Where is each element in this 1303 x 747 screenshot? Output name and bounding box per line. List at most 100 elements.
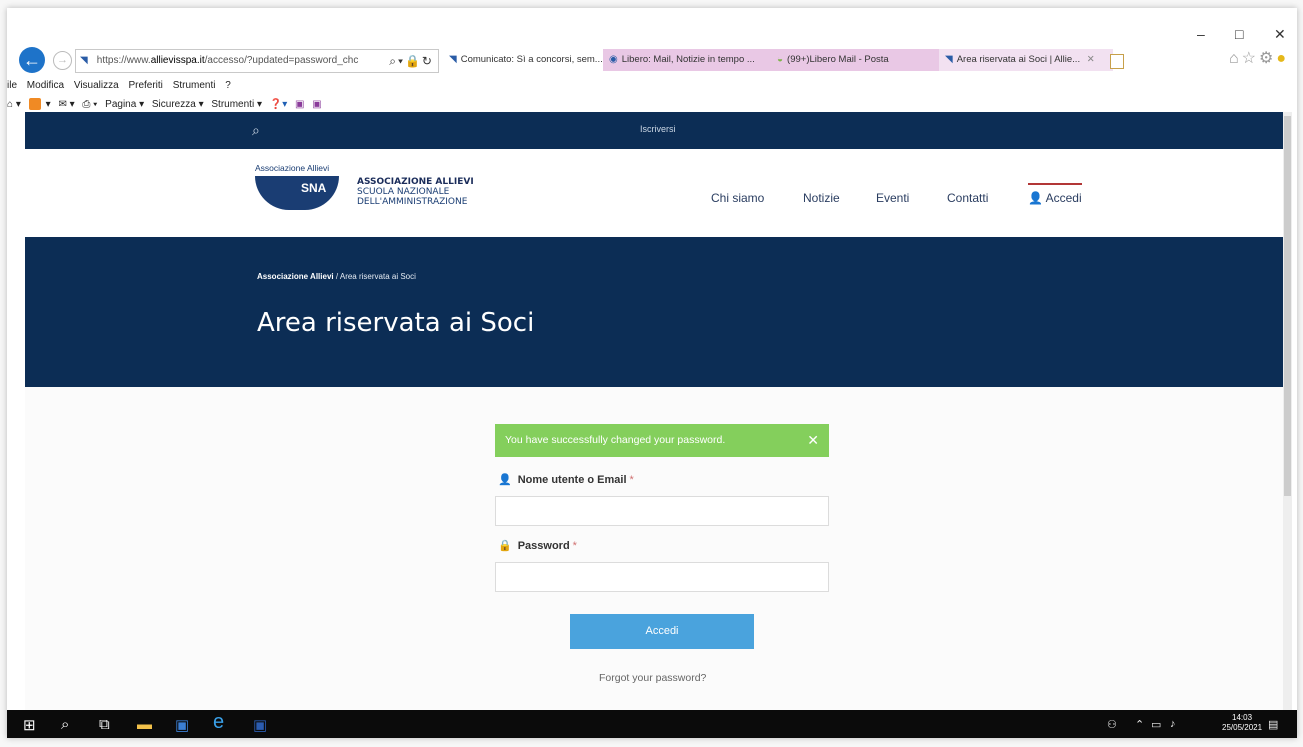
menu-modifica[interactable]: Modifica <box>27 80 64 91</box>
close-tab-icon[interactable]: ✕ <box>1087 54 1095 65</box>
menu-strumenti[interactable]: Strumenti <box>173 80 216 91</box>
username-label: 👤 Nome utente o Email * <box>498 473 634 486</box>
menu-file[interactable]: ile <box>7 80 17 91</box>
url-host: allievisspa.it <box>150 55 205 66</box>
page-banner: Associazione Allievi / Area riservata ai… <box>25 237 1292 387</box>
tab-favicon-icon: ◥ <box>945 54 953 65</box>
word-icon[interactable]: ▣ <box>253 716 267 734</box>
search-icon[interactable]: ⌕ <box>252 122 260 139</box>
tab-favicon-icon: ◥ <box>449 54 457 65</box>
tab-label: Comunicato: Sì a concorsi, sem... <box>460 54 603 65</box>
login-section: You have successfully changed your passw… <box>25 387 1292 710</box>
web-page: ⌕ Iscriversi Associazione Allievi SNA AS… <box>25 112 1292 710</box>
outlook-icon[interactable]: ▣ <box>175 716 189 734</box>
notifications-icon[interactable]: ▤ <box>1268 718 1278 731</box>
nav-eventi[interactable]: Eventi <box>876 191 909 205</box>
menu-bar: ile Modifica Visualizza Preferiti Strume… <box>7 80 238 91</box>
org-name[interactable]: ASSOCIAZIONE ALLIEVI SCUOLA NAZIONALE DE… <box>357 177 474 207</box>
tab-area-riservata[interactable]: ◥ Area riservata ai Soci | Allie... ✕ <box>939 49 1113 71</box>
page-scrollbar[interactable] <box>1283 112 1292 710</box>
password-input[interactable] <box>495 562 829 592</box>
address-bar-icons[interactable]: ⌕▾🔒↻ <box>389 50 434 72</box>
screen-background: – □ ✕ ← → ◥ https://www.allievisspa.it/a… <box>0 0 1303 747</box>
url-prefix: https://www. <box>96 55 151 66</box>
tab-label: Area riservata ai Soci | Allie... <box>956 54 1081 65</box>
home-icon[interactable]: ⌂ ▾ <box>7 99 21 110</box>
address-bar[interactable]: ◥ https://www.allievisspa.it/accesso/?up… <box>75 49 439 73</box>
logo-text: Associazione Allievi <box>255 163 330 173</box>
scrollbar-thumb[interactable] <box>1284 116 1291 496</box>
task-view-icon[interactable]: ⧉ <box>99 716 110 733</box>
rss-icon[interactable] <box>28 98 41 110</box>
logo-mark: SNA <box>301 181 327 195</box>
password-label: 🔒 Password * <box>498 539 577 552</box>
tray-chevron-icon[interactable]: ⌃ <box>1135 718 1144 731</box>
user-icon: 👤 <box>1028 191 1043 205</box>
menu-help[interactable]: ? <box>225 80 231 91</box>
research-icon[interactable]: ▣ <box>312 99 321 110</box>
iscriversi-link[interactable]: Iscriversi <box>640 124 676 134</box>
tab-favicon-icon: ◒ <box>777 54 784 65</box>
clock-time: 14:03 <box>1232 713 1253 722</box>
required-mark: * <box>572 540 577 552</box>
url-path: /accesso/?updated=password_chc <box>204 55 359 66</box>
back-button[interactable]: ← <box>19 47 45 73</box>
org-line-1: ASSOCIAZIONE ALLIEVI <box>357 177 474 187</box>
site-logo[interactable]: Associazione Allievi SNA <box>255 163 345 213</box>
nav-accedi-label: Accedi <box>1045 191 1082 205</box>
command-strumenti[interactable]: Strumenti ▾ <box>211 99 262 110</box>
tab-label: (99+)Libero Mail - Posta <box>787 54 889 65</box>
people-icon[interactable]: ⚇ <box>1107 718 1117 731</box>
minimize-icon[interactable]: – <box>1197 26 1205 42</box>
nav-accedi[interactable]: 👤 Accedi <box>1028 183 1082 205</box>
forgot-password-link[interactable]: Forgot your password? <box>599 672 706 684</box>
tab-comunicato[interactable]: ◥ Comunicato: Sì a concorsi, sem... <box>443 49 609 71</box>
onenote-icon[interactable]: ▣ <box>295 99 304 110</box>
nav-chi-siamo[interactable]: Chi siamo <box>711 191 764 205</box>
org-line-3: DELL'AMMINISTRAZIONE <box>357 197 468 207</box>
org-line-2: SCUOLA NAZIONALE <box>357 187 450 197</box>
file-explorer-icon[interactable]: ▬ <box>137 716 152 733</box>
nav-contatti[interactable]: Contatti <box>947 191 988 205</box>
toolbar-right-icons[interactable]: ⌂☆⚙● <box>1229 48 1289 68</box>
clock-date: 25/05/2021 <box>1222 723 1263 732</box>
nav-notizie[interactable]: Notizie <box>803 191 840 205</box>
tab-libero-mail[interactable]: ◒ (99+)Libero Mail - Posta <box>771 49 945 71</box>
username-label-text: Nome utente o Email <box>517 474 627 486</box>
browser-window: – □ ✕ ← → ◥ https://www.allievisspa.it/a… <box>7 8 1297 738</box>
menu-preferiti[interactable]: Preferiti <box>128 80 162 91</box>
alert-close-icon[interactable]: ✕ <box>807 424 819 457</box>
close-window-icon[interactable]: ✕ <box>1274 26 1286 43</box>
page-title: Area riservata ai Soci <box>257 308 535 338</box>
tab-favicon-icon: ◉ <box>609 54 618 65</box>
help-icon[interactable]: ❓▾ <box>270 99 287 110</box>
internet-explorer-icon[interactable]: e <box>213 711 224 734</box>
breadcrumb-home-link[interactable]: Associazione Allievi <box>257 272 334 281</box>
menu-visualizza[interactable]: Visualizza <box>74 80 119 91</box>
success-alert: You have successfully changed your passw… <box>495 424 829 457</box>
breadcrumb: Associazione Allievi / Area riservata ai… <box>257 272 416 281</box>
required-mark: * <box>629 474 634 486</box>
system-clock[interactable]: 14:03 25/05/2021 <box>1222 713 1262 733</box>
tab-label: Libero: Mail, Notizie in tempo ... <box>621 54 755 65</box>
volume-icon[interactable]: ♪ <box>1170 718 1176 730</box>
address-and-tab-bar: ← → ◥ https://www.allievisspa.it/accesso… <box>7 46 1297 76</box>
windows-taskbar: ⊞ ⌕ ⧉ ▬ ▣ e ▣ ⚇ ⌃ ▭ ♪ 14:03 25/05/2021 ▤ <box>7 710 1297 738</box>
forward-button[interactable]: → <box>53 51 72 70</box>
start-icon[interactable]: ⊞ <box>23 716 36 734</box>
command-sicurezza[interactable]: Sicurezza ▾ <box>152 99 204 110</box>
site-topbar: ⌕ Iscriversi <box>25 112 1292 149</box>
site-header: Associazione Allievi SNA ASSOCIAZIONE AL… <box>25 149 1292 231</box>
logo-swoosh-icon <box>255 176 339 210</box>
maximize-icon[interactable]: □ <box>1235 26 1243 42</box>
username-input[interactable] <box>495 496 829 526</box>
alert-message: You have successfully changed your passw… <box>505 434 726 446</box>
network-icon[interactable]: ▭ <box>1151 718 1161 731</box>
command-pagina[interactable]: Pagina ▾ <box>105 99 144 110</box>
login-button[interactable]: Accedi <box>570 614 754 649</box>
tab-libero[interactable]: ◉ Libero: Mail, Notizie in tempo ... <box>603 49 777 71</box>
new-tab-button[interactable] <box>1110 54 1124 69</box>
print-icon[interactable]: ⎙ ▾ <box>82 99 97 110</box>
search-icon[interactable]: ⌕ <box>61 716 69 733</box>
mail-icon[interactable]: ✉ ▾ <box>58 99 74 110</box>
